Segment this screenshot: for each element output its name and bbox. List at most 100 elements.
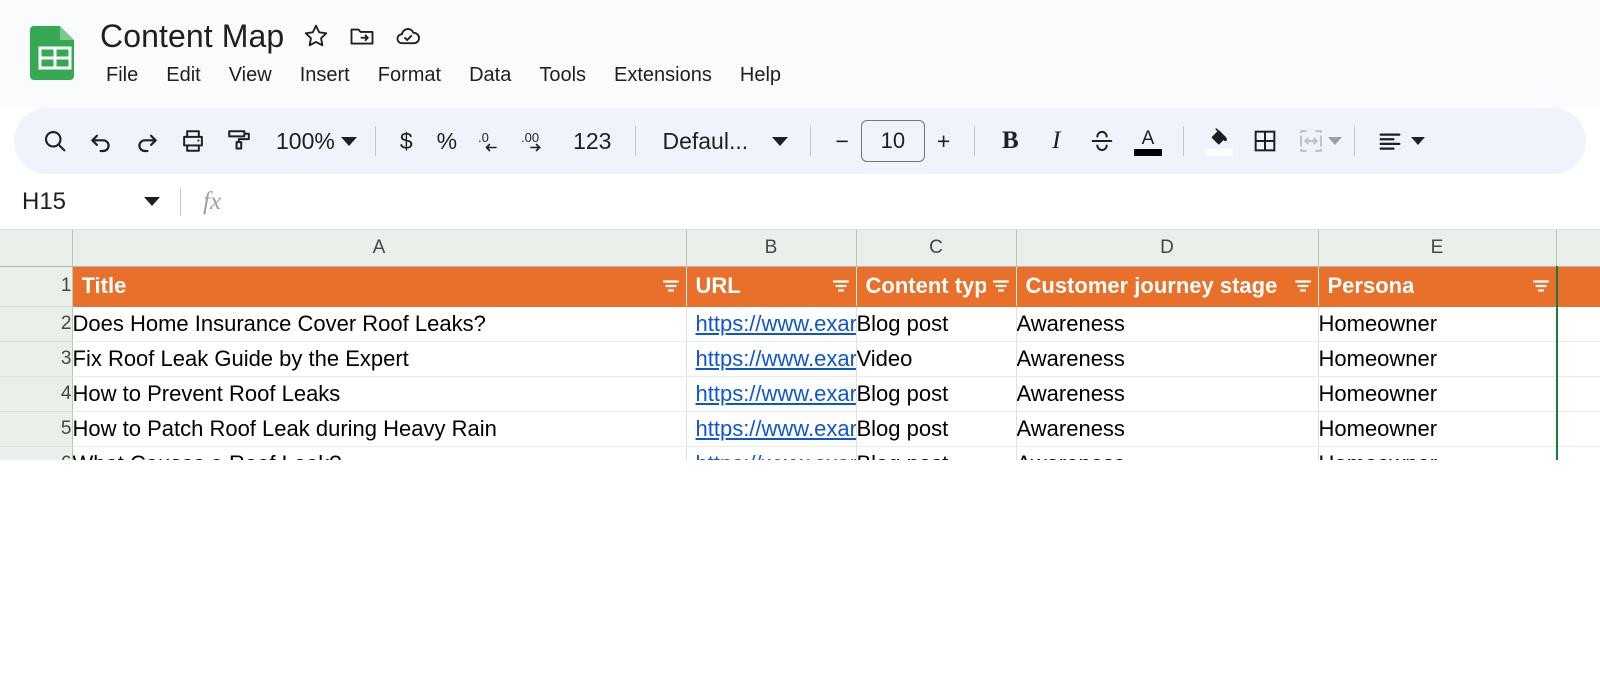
cell-url[interactable]: https://www.exar — [686, 306, 857, 342]
text-color-button[interactable]: A — [1125, 118, 1171, 164]
cell-content-type[interactable]: Blog post — [856, 376, 1017, 412]
row-header-6[interactable]: 6 — [0, 446, 73, 460]
fill-color-icon[interactable] — [1196, 118, 1242, 164]
row-header-1[interactable]: 1 — [0, 266, 73, 307]
cell-journey-stage[interactable]: Awareness — [1016, 411, 1319, 447]
cell-content-type[interactable]: Blog post — [856, 306, 1017, 342]
cell-url[interactable]: https://www.exar — [686, 446, 857, 461]
cloud-saved-icon[interactable] — [394, 22, 422, 50]
zoom-selector[interactable]: 100% — [262, 120, 363, 162]
cell-f[interactable] — [1556, 376, 1600, 412]
more-formats-button[interactable]: 123 — [561, 118, 623, 164]
borders-icon[interactable] — [1242, 118, 1288, 164]
bold-button[interactable]: B — [987, 118, 1033, 164]
cell-url[interactable]: https://www.exar — [686, 376, 857, 412]
filter-icon[interactable] — [1292, 275, 1314, 297]
filter-icon[interactable] — [1530, 275, 1552, 297]
url-link[interactable]: https://www.exar — [696, 381, 856, 406]
cell-persona[interactable]: Homeowner — [1318, 411, 1557, 447]
filter-icon[interactable] — [660, 275, 682, 297]
percent-format-button[interactable]: % — [425, 118, 469, 164]
strikethrough-icon[interactable] — [1079, 118, 1125, 164]
row-header-4[interactable]: 4 — [0, 376, 73, 412]
menu-item-format[interactable]: Format — [364, 61, 455, 90]
header-cell-title[interactable]: Title — [72, 266, 687, 307]
row-header-2[interactable]: 2 — [0, 306, 73, 342]
font-family-selector[interactable]: Defaul... — [648, 118, 798, 164]
cell-url[interactable]: https://www.exar — [686, 341, 857, 377]
menu-item-edit[interactable]: Edit — [152, 61, 214, 90]
url-link[interactable]: https://www.exar — [696, 416, 856, 441]
cell-title[interactable]: How to Prevent Roof Leaks — [72, 376, 687, 412]
cell-title[interactable]: Does Home Insurance Cover Roof Leaks? — [72, 306, 687, 342]
redo-icon[interactable] — [124, 118, 170, 164]
header-cell-journey-stage[interactable]: Customer journey stage — [1016, 266, 1319, 307]
cell-persona[interactable]: Homeowner — [1318, 376, 1557, 412]
formula-input[interactable] — [243, 174, 1600, 229]
header-cell-persona[interactable]: Persona — [1318, 266, 1557, 307]
horizontal-align-icon[interactable] — [1367, 118, 1413, 164]
column-header-e[interactable]: E — [1318, 230, 1557, 267]
decrease-font-size-button[interactable]: − — [823, 118, 860, 164]
filter-icon[interactable] — [990, 275, 1012, 297]
spreadsheet-grid[interactable]: A B C D E 1 Title URL Content typ Custom… — [0, 230, 1600, 460]
column-header-f[interactable] — [1556, 230, 1600, 267]
cell-journey-stage[interactable]: Awareness — [1016, 306, 1319, 342]
column-header-d[interactable]: D — [1016, 230, 1319, 267]
italic-button[interactable]: I — [1033, 118, 1079, 164]
cell-f[interactable] — [1556, 446, 1600, 460]
increase-decimal-button[interactable]: .00 — [515, 118, 561, 164]
row-header-5[interactable]: 5 — [0, 411, 73, 447]
header-cell-url[interactable]: URL — [686, 266, 857, 307]
name-box[interactable]: H15 — [0, 174, 180, 229]
cell-f[interactable] — [1556, 306, 1600, 342]
cell-url[interactable]: https://www.exar — [686, 411, 857, 447]
column-header-c[interactable]: C — [856, 230, 1017, 267]
decrease-decimal-button[interactable]: .0 — [469, 118, 515, 164]
column-header-a[interactable]: A — [72, 230, 687, 267]
menu-item-help[interactable]: Help — [726, 61, 795, 90]
search-icon[interactable] — [32, 118, 78, 164]
cell-persona[interactable]: Homeowner — [1318, 306, 1557, 342]
menu-item-data[interactable]: Data — [455, 61, 525, 90]
currency-format-button[interactable]: $ — [388, 118, 425, 164]
menu-item-file[interactable]: File — [100, 61, 152, 90]
url-link[interactable]: https://www.exar — [696, 451, 856, 461]
move-to-folder-icon[interactable] — [348, 22, 376, 50]
increase-font-size-button[interactable]: + — [925, 118, 962, 164]
filter-icon[interactable] — [830, 275, 852, 297]
menu-item-view[interactable]: View — [215, 61, 286, 90]
star-icon[interactable] — [302, 22, 330, 50]
menu-item-insert[interactable]: Insert — [286, 61, 364, 90]
column-header-b[interactable]: B — [686, 230, 857, 267]
cell-persona[interactable]: Homeowner — [1318, 446, 1557, 460]
cell-journey-stage[interactable]: Awareness — [1016, 376, 1319, 412]
cell-f[interactable] — [1556, 411, 1600, 447]
cell-title[interactable]: What Causes a Roof Leak? — [72, 446, 687, 460]
select-all-corner[interactable] — [0, 230, 73, 267]
header-cell-f[interactable] — [1556, 266, 1600, 307]
url-link[interactable]: https://www.exar — [696, 311, 856, 336]
cell-journey-stage[interactable]: Awareness — [1016, 341, 1319, 377]
paint-format-icon[interactable] — [216, 118, 262, 164]
menu-item-tools[interactable]: Tools — [525, 61, 600, 90]
page-title[interactable]: Content Map — [100, 18, 284, 55]
align-chevron-down-icon[interactable] — [1411, 137, 1426, 145]
menu-item-extensions[interactable]: Extensions — [600, 61, 726, 90]
sheets-logo-icon[interactable] — [26, 22, 84, 80]
cell-journey-stage[interactable]: Awareness — [1016, 446, 1319, 460]
cell-f[interactable] — [1556, 341, 1600, 377]
cell-title[interactable]: How to Patch Roof Leak during Heavy Rain — [72, 411, 687, 447]
cell-persona[interactable]: Homeowner — [1318, 341, 1557, 377]
cell-content-type[interactable]: Blog post — [856, 446, 1017, 460]
app-header: Content Map File Edit View Insert Format… — [0, 0, 1600, 108]
cell-title[interactable]: Fix Roof Leak Guide by the Expert — [72, 341, 687, 377]
row-header-3[interactable]: 3 — [0, 341, 73, 377]
print-icon[interactable] — [170, 118, 216, 164]
undo-icon[interactable] — [78, 118, 124, 164]
font-size-input[interactable]: 10 — [860, 120, 925, 162]
cell-content-type[interactable]: Blog post — [856, 411, 1017, 447]
cell-content-type[interactable]: Video — [856, 341, 1017, 377]
url-link[interactable]: https://www.exar — [696, 346, 856, 371]
header-cell-content-type[interactable]: Content typ — [856, 266, 1017, 307]
